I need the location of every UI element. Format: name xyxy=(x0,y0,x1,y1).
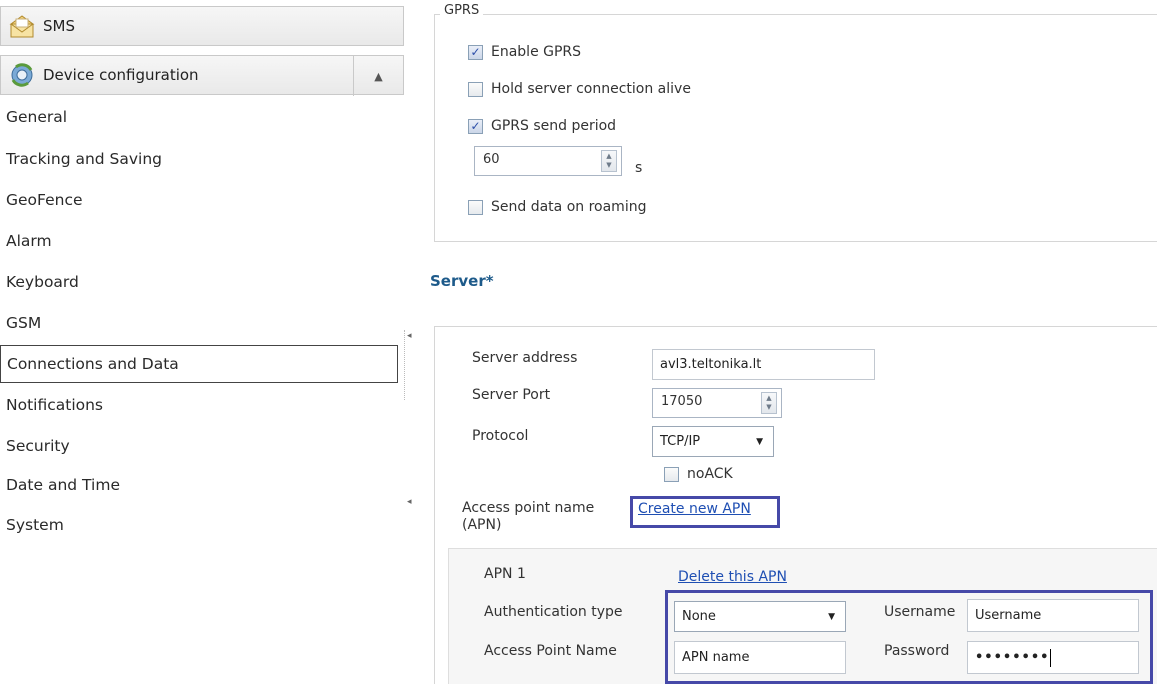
server-address-label: Server address xyxy=(472,350,578,366)
sidebar-item-notifications[interactable]: Notifications xyxy=(0,386,404,424)
checkbox-box-icon xyxy=(468,199,483,215)
apn1-title: APN 1 xyxy=(484,566,526,582)
sidebar-item-label: GeoFence xyxy=(6,191,83,209)
auth-type-label: Authentication type xyxy=(484,604,623,620)
highlight-credentials xyxy=(665,590,1153,684)
sidebar-header-sms[interactable]: SMS xyxy=(0,6,404,46)
checkbox-box-icon xyxy=(664,466,679,482)
send-period-checkbox[interactable]: ✓ GPRS send period xyxy=(468,118,616,134)
server-port-label: Server Port xyxy=(472,387,551,403)
checkbox-box-icon xyxy=(468,81,483,97)
server-section-title: Server* xyxy=(430,272,494,290)
sidebar-header-label: Device configuration xyxy=(43,66,199,84)
delete-apn-link[interactable]: Delete this APN xyxy=(678,569,787,585)
hold-alive-label: Hold server connection alive xyxy=(491,81,691,97)
server-address-input[interactable]: avl3.teltonika.lt xyxy=(652,349,875,380)
enable-gprs-label: Enable GPRS xyxy=(491,44,582,60)
sidebar-item-keyboard[interactable]: Keyboard xyxy=(0,263,404,301)
sidebar-item-label: General xyxy=(6,108,68,126)
sidebar-item-label: Security xyxy=(6,437,70,455)
sidebar-item-security[interactable]: Security xyxy=(0,427,404,465)
create-apn-link[interactable]: Create new APN xyxy=(638,501,751,517)
send-period-label: GPRS send period xyxy=(491,118,617,134)
spin-arrows-icon[interactable]: ▲ ▼ xyxy=(761,392,777,414)
sidebar-item-label: Alarm xyxy=(6,232,52,250)
send-period-unit: s xyxy=(635,160,643,176)
sidebar-item-label: Connections and Data xyxy=(7,355,179,373)
sidebar-item-alarm[interactable]: Alarm xyxy=(0,222,404,260)
sidebar-item-label: System xyxy=(6,516,64,534)
sidebar-header-device-configuration[interactable]: Device configuration ▲ xyxy=(0,55,404,96)
server-address-value: avl3.teltonika.lt xyxy=(660,357,762,372)
noack-checkbox[interactable]: noACK xyxy=(664,466,733,482)
sidebar-item-date-time[interactable]: Date and Time xyxy=(0,466,404,504)
protocol-label: Protocol xyxy=(472,428,529,444)
sidebar-item-label: GSM xyxy=(6,314,42,332)
sidebar-item-system[interactable]: System xyxy=(0,506,404,544)
server-port-stepper[interactable]: 17050 ▲ ▼ xyxy=(652,388,782,418)
sidebar-item-general[interactable]: General xyxy=(0,98,404,136)
sidebar-item-label: Tracking and Saving xyxy=(6,150,163,168)
splitter-arrow-icon: ◂ xyxy=(407,497,412,507)
sidebar-item-connections[interactable]: Connections and Data xyxy=(0,345,398,383)
sidebar-item-label: Notifications xyxy=(6,396,104,414)
enable-gprs-checkbox[interactable]: ✓ Enable GPRS xyxy=(468,44,581,60)
sidebar-item-label: Date and Time xyxy=(6,476,120,494)
gears-icon xyxy=(7,62,37,88)
apn-label-line1: Access point name xyxy=(462,500,595,516)
apn-label: Access point name (APN) xyxy=(462,500,594,534)
roaming-label: Send data on roaming xyxy=(491,199,647,215)
protocol-value: TCP/IP xyxy=(660,434,701,449)
sidebar-item-geofence[interactable]: GeoFence xyxy=(0,181,404,219)
sidebar-header-label: SMS xyxy=(43,17,75,35)
dropdown-arrow-icon: ▼ xyxy=(756,436,763,447)
splitter-arrow-icon: ◂ xyxy=(407,331,412,341)
noack-label: noACK xyxy=(687,466,733,482)
checkmark-icon: ✓ xyxy=(468,118,483,134)
send-period-stepper[interactable]: 60 ▲ ▼ xyxy=(474,146,622,176)
spin-arrows-icon[interactable]: ▲ ▼ xyxy=(601,150,617,172)
chevron-up-icon: ▲ xyxy=(374,69,383,83)
apn-name-label: Access Point Name xyxy=(484,643,617,659)
roaming-checkbox[interactable]: Send data on roaming xyxy=(468,199,646,215)
hold-alive-checkbox[interactable]: Hold server connection alive xyxy=(468,81,691,97)
sidebar: SMS Device configuration ▲ General Track… xyxy=(0,0,404,684)
sidebar-item-label: Keyboard xyxy=(6,273,79,291)
envelope-icon xyxy=(7,13,37,39)
checkmark-icon: ✓ xyxy=(468,44,483,60)
collapse-button[interactable]: ▲ xyxy=(353,56,403,96)
sidebar-item-gsm[interactable]: GSM xyxy=(0,304,404,342)
gprs-group-title: GPRS xyxy=(440,3,484,18)
main-panel: GPRS ✓ Enable GPRS Hold server connectio… xyxy=(412,0,1157,684)
server-port-value: 17050 xyxy=(661,394,703,409)
protocol-select[interactable]: TCP/IP ▼ xyxy=(652,426,774,457)
apn-label-line2: (APN) xyxy=(462,517,502,533)
sidebar-item-tracking[interactable]: Tracking and Saving xyxy=(0,140,404,178)
send-period-value: 60 xyxy=(483,152,500,167)
